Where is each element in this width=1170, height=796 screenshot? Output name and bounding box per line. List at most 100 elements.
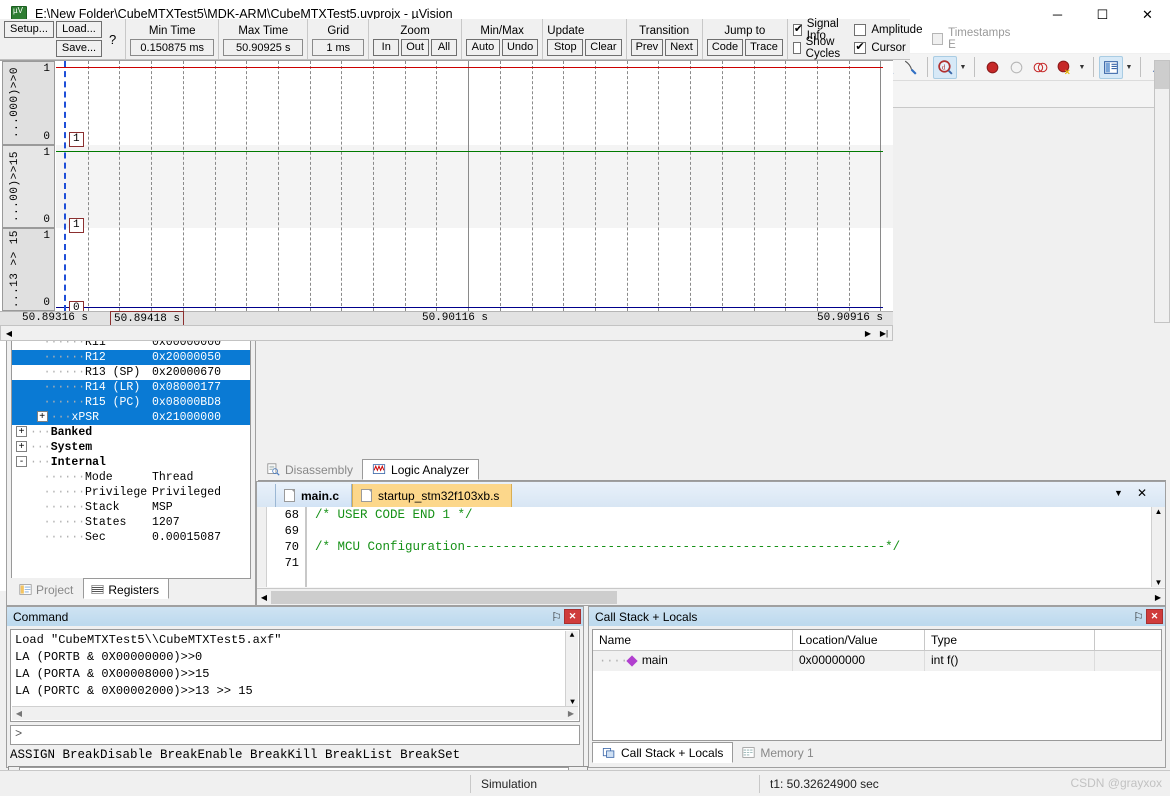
register-row[interactable]: ······Mode Thread [12,470,250,485]
signal-lane-1[interactable]: ...00)>>15 1 0 [2,145,55,228]
tab-memory-1[interactable]: Memory 1 [733,742,822,763]
editor-breakpoint-gutter[interactable] [257,507,267,587]
scroll-down-icon[interactable]: ▼ [1152,578,1165,587]
max-time-field[interactable]: 50.90925 s [223,38,304,56]
logic-analyzer-plot[interactable]: ...000)>>0 1 0 ...00)>>15 1 0 ...13 >> 1… [0,60,893,327]
transition-prev-button[interactable]: Prev [630,38,664,56]
minmax-auto-button[interactable]: Auto [465,38,500,56]
editor-tab-startup-s[interactable]: startup_stm32f103xb.s [352,484,513,507]
toolbar-separator [1093,57,1094,77]
editor-tablist-dropdown-icon[interactable]: ▼ [1114,488,1123,498]
load-button[interactable]: Load... [56,21,102,38]
waveform-canvas[interactable]: 1 1 0 [56,61,893,311]
scrollbar-thumb[interactable] [271,590,617,604]
transition-next-button[interactable]: Next [665,38,698,56]
scroll-left-icon[interactable]: ◀ [257,593,271,602]
checkbox-label: Timestamps E [948,27,1011,51]
register-row[interactable]: + ···Banked [12,425,250,440]
command-output[interactable]: Load "CubeMTXTest5\\CubeMTXTest5.axf" LA… [10,629,580,722]
register-row[interactable]: ······R15 (PC) 0x08000BD8 [12,395,250,410]
update-stop-button[interactable]: Stop [547,38,584,56]
command-hscrollbar[interactable]: ◀ ▶ [12,706,578,720]
min-time-field[interactable]: 0.150875 ms [130,38,215,56]
checkbox-label: Cursor [871,42,906,54]
editor-vscrollbar[interactable]: ▲ ▼ [1151,507,1165,587]
sidebar-item-project[interactable]: Project [11,578,84,599]
expand-toggle-icon[interactable]: + [36,411,48,423]
close-icon[interactable]: ✕ [564,609,581,624]
zoom-in-button[interactable]: In [373,38,400,56]
checkbox-show-cycles[interactable]: Show Cycles [792,36,845,60]
register-row[interactable]: - ···Internal [12,455,250,470]
scrollbar-thumb[interactable] [1155,61,1169,89]
editor-close-icon[interactable]: ✕ [1137,486,1147,500]
editor-code-area[interactable]: /* USER CODE END 1 */ /* MCU Configurati… [307,507,1151,587]
register-row[interactable]: ······Sec 0.00015087 [12,530,250,545]
manage-windows-dropdown-icon[interactable]: ▼ [1123,56,1135,79]
register-row[interactable]: ······R14 (LR) 0x08000177 [12,380,250,395]
jump-trace-button[interactable]: Trace [745,38,783,56]
maximize-button[interactable]: ☐ [1080,0,1125,29]
expand-toggle-icon[interactable]: + [16,426,27,438]
command-input[interactable]: > [10,725,580,745]
disable-all-breakpoints-icon[interactable] [1028,56,1052,79]
setup-button[interactable]: Setup... [4,21,54,38]
jump-code-button[interactable]: Code [706,38,744,56]
scroll-up-icon[interactable]: ▲ [1152,507,1165,516]
close-button[interactable]: ✕ [1125,0,1170,29]
sidebar-item-registers[interactable]: Registers [83,578,170,599]
editor-hscrollbar[interactable]: ◀ ▶ [257,588,1165,605]
checkbox-box[interactable] [792,42,801,54]
zoom-all-button[interactable]: All [430,38,457,56]
register-row[interactable]: ······R12 0x20000050 [12,350,250,365]
pin-icon[interactable]: ⚐ [1131,609,1146,624]
collapse-toggle-icon[interactable]: - [16,456,27,468]
checkbox-cursor[interactable]: Cursor [854,40,922,56]
kill-all-breakpoints-icon[interactable]: × [1052,56,1076,79]
scroll-right-icon[interactable]: ▶ [564,709,578,719]
register-row[interactable]: ······Stack MSP [12,500,250,515]
update-clear-button[interactable]: Clear [585,38,622,56]
help-button[interactable]: ? [104,32,121,47]
signal-lane-0[interactable]: ...000)>>0 1 0 [2,61,55,145]
register-row[interactable]: ······R13 (SP) 0x20000670 [12,365,250,380]
scroll-left-icon[interactable]: ◀ [12,709,26,719]
tab-disassembly[interactable]: Disassembly [258,459,362,480]
checkbox-amplitude[interactable]: Amplitude [854,23,922,38]
scroll-up-icon[interactable]: ▲ [566,631,578,640]
manage-windows-icon[interactable] [1099,55,1123,79]
register-row[interactable]: ······States 1207 [12,515,250,530]
command-vscrollbar[interactable]: ▲ ▼ [565,631,578,707]
scroll-right-icon[interactable]: ▶ [860,326,876,340]
call-stack-grid[interactable]: Name Location/Value Type ···· main 0x0000… [592,629,1162,741]
checkbox-box[interactable] [854,40,867,54]
minimize-button[interactable]: ─ [1035,0,1080,29]
tab-call-stack-locals[interactable]: Call Stack + Locals [592,742,734,763]
save-button[interactable]: Save... [56,40,102,57]
zoom-out-button[interactable]: Out [401,38,429,56]
scroll-left-icon[interactable]: ◀ [1,326,17,340]
checkbox-box[interactable] [792,22,803,36]
register-value [152,440,250,455]
breakpoints-dropdown-icon[interactable]: ▼ [1076,56,1088,79]
editor-body[interactable]: 68 69 70 71 /* USER CODE END 1 */ /* MCU… [257,507,1165,587]
tab-logic-analyzer[interactable]: Logic Analyzer [362,459,480,480]
editor-tab-main-c[interactable]: main.c [275,484,353,507]
logic-analyzer-hscrollbar[interactable]: ◀ ▶ ▶| [0,325,893,341]
signal-lane-2[interactable]: ...13 >> 15 1 0 [2,228,55,311]
grid-field[interactable]: 1 ms [312,38,365,56]
minmax-undo-button[interactable]: Undo [501,38,539,56]
expand-toggle-icon[interactable]: + [16,441,27,453]
time-cursor[interactable] [64,61,66,311]
pin-icon[interactable]: ⚐ [549,609,564,624]
table-row[interactable]: ···· main 0x00000000 int f() [593,651,1161,671]
close-icon[interactable]: ✕ [1146,609,1163,624]
gridline [690,61,691,311]
register-row[interactable]: + ···xPSR 0x21000000 [12,410,250,425]
checkbox-box[interactable] [854,24,867,36]
scroll-right-icon[interactable]: ▶ [1151,593,1165,602]
scroll-end-icon[interactable]: ▶| [876,326,892,340]
register-row[interactable]: ······Privilege Privileged [12,485,250,500]
logic-analyzer-vscrollbar[interactable] [1154,60,1170,323]
register-row[interactable]: + ···System [12,440,250,455]
